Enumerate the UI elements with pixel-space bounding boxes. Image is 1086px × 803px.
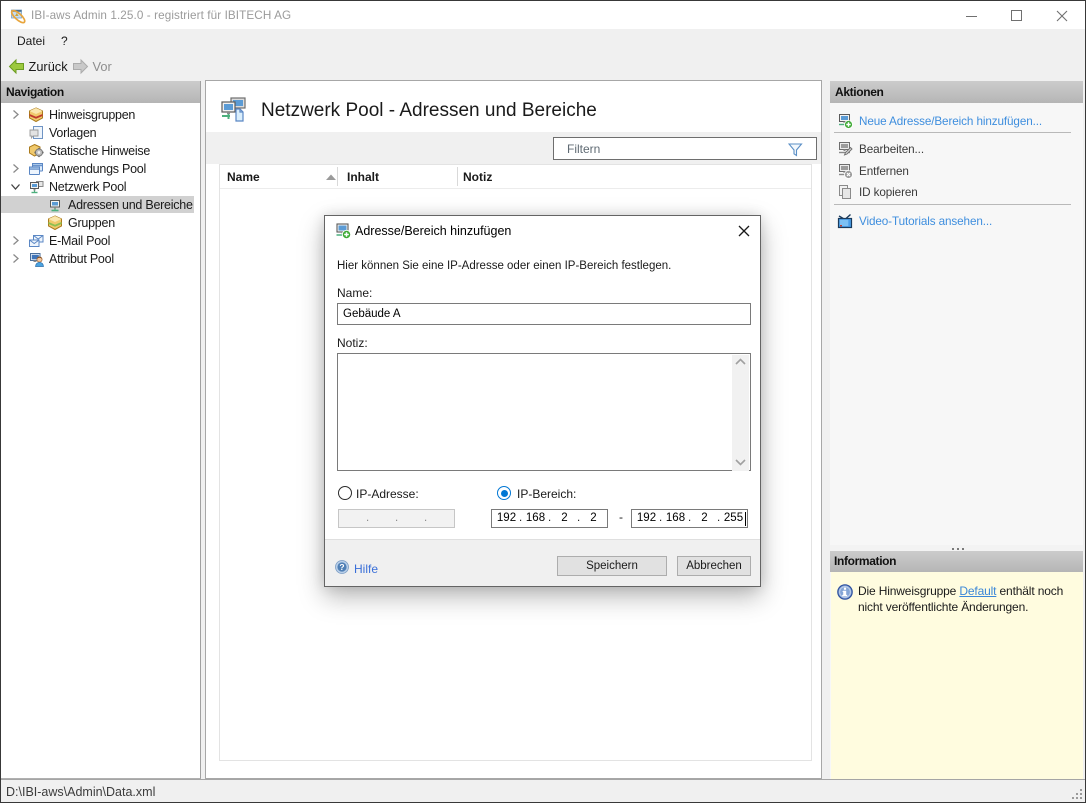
svg-text:?: ? <box>339 562 344 572</box>
